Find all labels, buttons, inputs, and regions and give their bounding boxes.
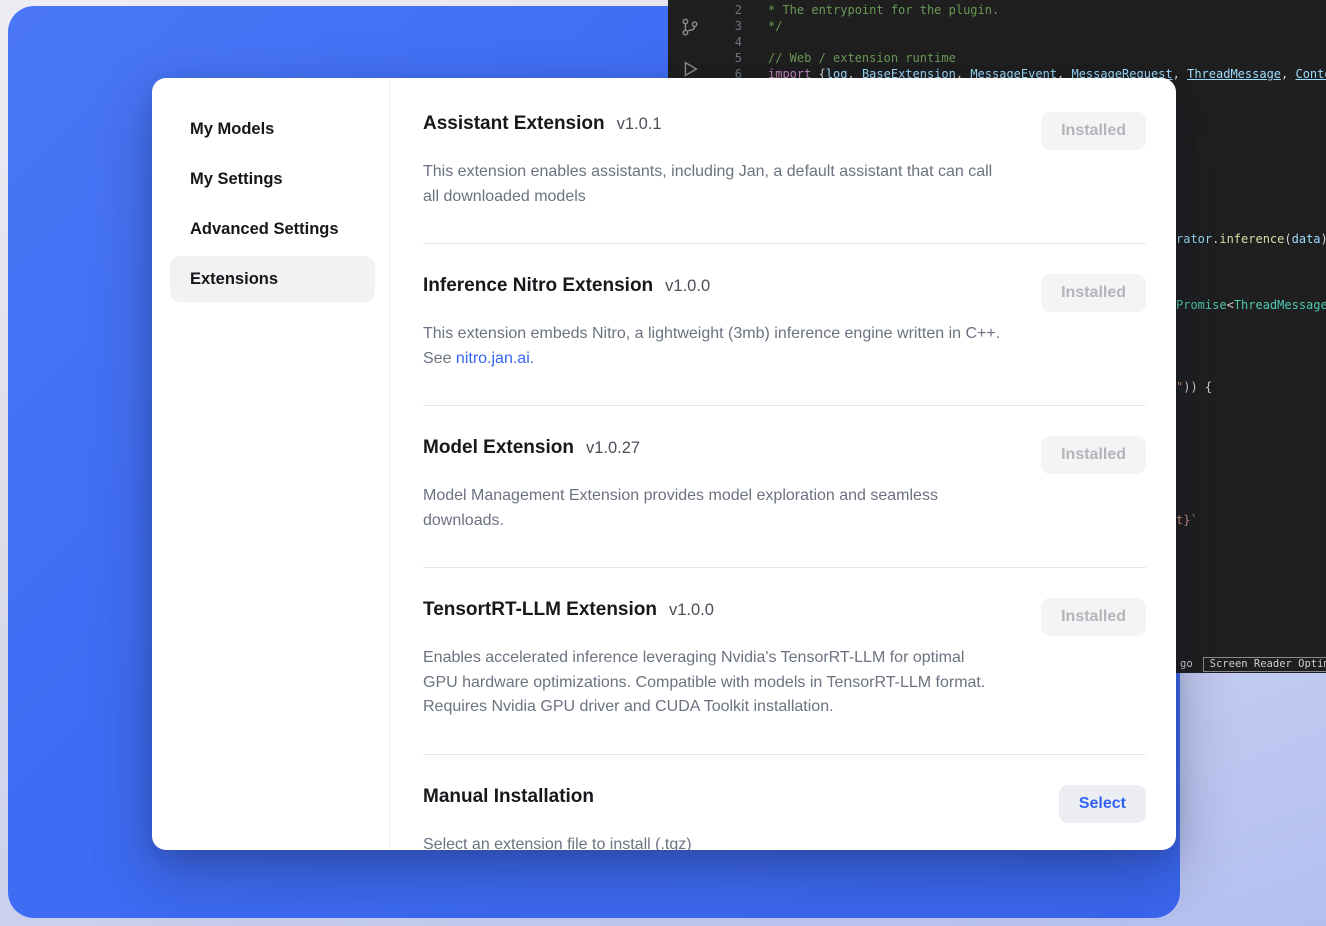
code-text: // Web / extension runtime	[768, 50, 956, 66]
status-screen-reader[interactable]: Screen Reader Optimized	[1203, 657, 1326, 672]
extension-title: Assistant Extension	[423, 112, 605, 136]
extension-description: This extension enables assistants, inclu…	[423, 160, 1003, 209]
status-language[interactable]: go	[1180, 658, 1193, 670]
extension-version: v1.0.0	[669, 601, 714, 620]
extension-section-tensorrt-llm: TensortRT-LLM Extension v1.0.0 Installed…	[423, 568, 1146, 755]
installed-button[interactable]: Installed	[1041, 598, 1146, 636]
code-line: 4	[712, 34, 1326, 50]
extension-title: Model Extension	[423, 436, 574, 460]
extension-section-assistant: Assistant Extension v1.0.1 Installed Thi…	[423, 78, 1146, 244]
code-area: 2 * The entrypoint for the plugin. 3 */ …	[712, 2, 1326, 82]
installed-button[interactable]: Installed	[1041, 274, 1146, 312]
installed-button[interactable]: Installed	[1041, 436, 1146, 474]
line-number: 4	[712, 34, 742, 50]
sidebar-item-my-models[interactable]: My Models	[170, 106, 375, 152]
extension-description: This extension embeds Nitro, a lightweig…	[423, 322, 1003, 371]
line-number: 3	[712, 18, 742, 34]
extension-version: v1.0.1	[617, 115, 662, 134]
code-fragment: Promise<ThreadMessage>	[1176, 297, 1326, 313]
source-control-icon[interactable]	[679, 16, 701, 38]
manual-installation-section: Manual Installation Select Select an ext…	[423, 755, 1146, 851]
code-fragment: t}`	[1176, 512, 1198, 528]
line-number: 2	[712, 2, 742, 18]
extension-section-model: Model Extension v1.0.27 Installed Model …	[423, 406, 1146, 568]
extension-title: TensortRT-LLM Extension	[423, 598, 657, 622]
sidebar-item-extensions[interactable]: Extensions	[170, 256, 375, 302]
code-text: */	[768, 18, 782, 34]
extension-version: v1.0.0	[665, 277, 710, 296]
extension-version: v1.0.27	[586, 439, 640, 458]
extension-section-inference-nitro: Inference Nitro Extension v1.0.0 Install…	[423, 244, 1146, 406]
extension-description: Enables accelerated inference leveraging…	[423, 646, 1003, 720]
desktop-background: 2 * The entrypoint for the plugin. 3 */ …	[0, 0, 1326, 926]
code-fragment: ")) {	[1176, 379, 1212, 395]
extension-title: Inference Nitro Extension	[423, 274, 653, 298]
code-fragment: rator.inference(data));	[1176, 231, 1326, 247]
code-line: 5 // Web / extension runtime	[712, 50, 1326, 66]
sidebar-item-my-settings[interactable]: My Settings	[170, 156, 375, 202]
nitro-jan-ai-link[interactable]: nitro.jan.ai.	[456, 350, 534, 367]
select-file-button[interactable]: Select	[1059, 785, 1146, 823]
settings-sidebar: My Models My Settings Advanced Settings …	[152, 78, 390, 850]
manual-installation-description: Select an extension file to install (.tg…	[423, 833, 1003, 851]
run-debug-icon[interactable]	[679, 58, 701, 80]
settings-modal: My Models My Settings Advanced Settings …	[152, 78, 1176, 850]
extension-description: Model Management Extension provides mode…	[423, 484, 1003, 533]
line-number: 5	[712, 50, 742, 66]
code-line: 2 * The entrypoint for the plugin.	[712, 2, 1326, 18]
code-line: 3 */	[712, 18, 1326, 34]
sidebar-item-advanced-settings[interactable]: Advanced Settings	[170, 206, 375, 252]
installed-button[interactable]: Installed	[1041, 112, 1146, 150]
extensions-panel: Assistant Extension v1.0.1 Installed Thi…	[390, 78, 1176, 850]
code-text: * The entrypoint for the plugin.	[768, 2, 999, 18]
manual-installation-title: Manual Installation	[423, 785, 594, 809]
